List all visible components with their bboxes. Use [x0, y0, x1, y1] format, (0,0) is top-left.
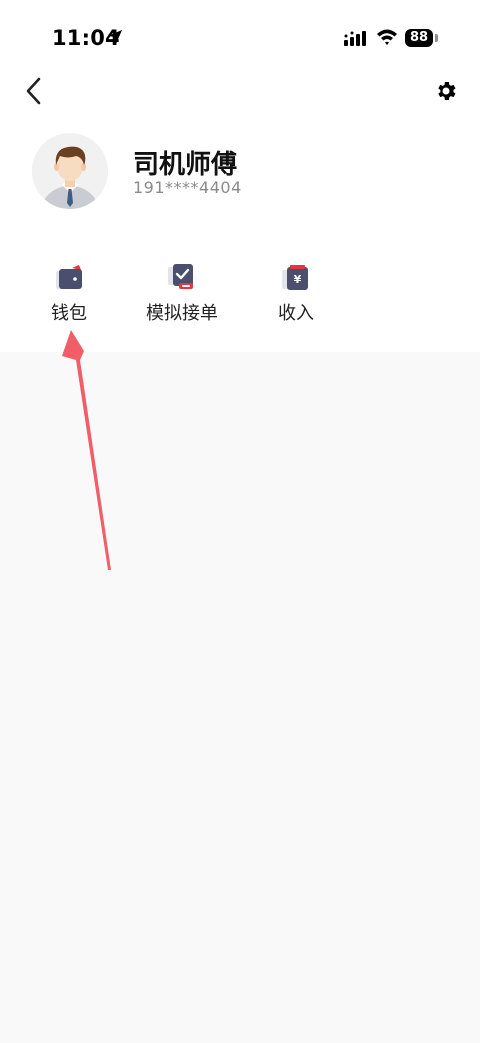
menu-item-income[interactable]: ¥ 收入 [246, 262, 346, 326]
battery-level: 88 [405, 29, 433, 47]
cellular-signal-icon [344, 31, 366, 46]
driver-avatar-icon [32, 133, 108, 209]
location-arrow-icon [108, 30, 122, 44]
back-chevron-icon[interactable] [20, 76, 50, 106]
svg-text:¥: ¥ [294, 273, 302, 286]
settings-gear-icon[interactable] [434, 79, 458, 103]
wifi-icon [377, 29, 397, 45]
menu-label-wallet: 钱包 [51, 303, 87, 324]
status-bar: 11:04 88 [0, 0, 480, 78]
menu-item-wallet[interactable]: 钱包 [19, 262, 119, 326]
menu-label-income: 收入 [278, 303, 314, 324]
driver-phone: 191****4404 [133, 178, 242, 197]
driver-name: 司机师傅 [133, 150, 238, 180]
wallet-icon [56, 265, 82, 289]
avatar[interactable] [32, 133, 108, 209]
simulate-order-icon [168, 264, 193, 289]
battery-cap [435, 34, 438, 42]
income-icon: ¥ [282, 265, 308, 290]
menu-item-simulate-order[interactable]: 模拟接单 [132, 262, 232, 326]
menu-label-simulate-order: 模拟接单 [146, 303, 218, 324]
